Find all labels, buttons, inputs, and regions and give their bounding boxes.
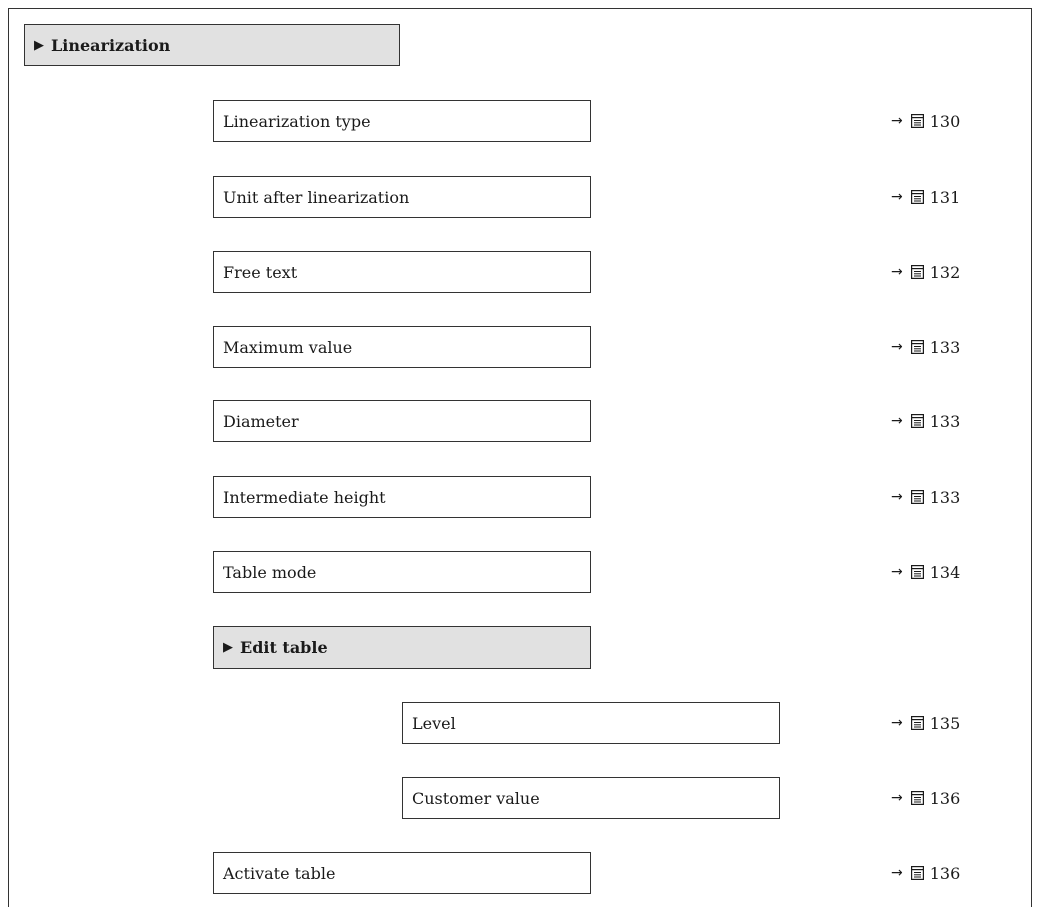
page-number: 130 — [929, 111, 961, 131]
page-number: 136 — [929, 863, 961, 883]
param-label: Activate table — [223, 863, 336, 883]
arrow-right-icon: → — [891, 865, 903, 881]
page-number: 133 — [929, 337, 961, 357]
page-ref[interactable]: → 136 — [891, 852, 960, 894]
param-maximum-value[interactable]: Maximum value — [213, 326, 591, 368]
page-number: 136 — [929, 788, 961, 808]
arrow-right-icon: → — [891, 264, 903, 280]
page-ref[interactable]: → 132 — [891, 251, 960, 293]
book-page-icon — [910, 716, 924, 730]
param-label: Diameter — [223, 411, 299, 431]
book-page-icon — [910, 265, 924, 279]
section-title: Linearization — [51, 35, 171, 55]
book-page-icon — [910, 414, 924, 428]
arrow-right-icon: → — [891, 564, 903, 580]
param-label: Free text — [223, 262, 298, 282]
param-activate-table[interactable]: Activate table — [213, 852, 591, 894]
page-number: 133 — [929, 487, 961, 507]
arrow-right-icon: → — [891, 715, 903, 731]
frame-right-border — [1031, 8, 1032, 907]
book-page-icon — [910, 114, 924, 128]
param-label: Table mode — [223, 562, 317, 582]
triangle-right-icon: ▶ — [223, 640, 233, 655]
param-table-mode[interactable]: Table mode — [213, 551, 591, 593]
page-number: 134 — [929, 562, 961, 582]
param-label: Customer value — [412, 788, 540, 808]
arrow-right-icon: → — [891, 339, 903, 355]
submenu-header-edit-table[interactable]: ▶ Edit table — [213, 626, 591, 669]
page-number: 133 — [929, 411, 961, 431]
page-ref[interactable]: → 133 — [891, 400, 960, 442]
page-ref[interactable]: → 133 — [891, 326, 960, 368]
param-intermediate-height[interactable]: Intermediate height — [213, 476, 591, 518]
section-header-linearization[interactable]: ▶ Linearization — [24, 24, 400, 66]
page-ref[interactable]: → 131 — [891, 176, 960, 218]
arrow-right-icon: → — [891, 113, 903, 129]
arrow-right-icon: → — [891, 413, 903, 429]
param-label: Unit after linearization — [223, 187, 410, 207]
page-ref[interactable]: → 133 — [891, 476, 960, 518]
page-number: 135 — [929, 713, 961, 733]
param-label: Level — [412, 713, 456, 733]
page-ref[interactable]: → 135 — [891, 702, 960, 744]
page-number: 132 — [929, 262, 961, 282]
arrow-right-icon: → — [891, 189, 903, 205]
frame-left-border — [8, 8, 9, 907]
param-linearization-type[interactable]: Linearization type — [213, 100, 591, 142]
param-label: Linearization type — [223, 111, 371, 131]
book-page-icon — [910, 490, 924, 504]
page-ref[interactable]: → 130 — [891, 100, 960, 142]
triangle-right-icon: ▶ — [34, 37, 44, 53]
book-page-icon — [910, 190, 924, 204]
page-ref[interactable]: → 136 — [891, 777, 960, 819]
param-diameter[interactable]: Diameter — [213, 400, 591, 442]
arrow-right-icon: → — [891, 790, 903, 806]
page-number: 131 — [929, 187, 961, 207]
param-level[interactable]: Level — [402, 702, 780, 744]
book-page-icon — [910, 791, 924, 805]
param-customer-value[interactable]: Customer value — [402, 777, 780, 819]
param-label: Intermediate height — [223, 487, 386, 507]
arrow-right-icon: → — [891, 489, 903, 505]
book-page-icon — [910, 340, 924, 354]
param-free-text[interactable]: Free text — [213, 251, 591, 293]
frame-top-border — [8, 8, 1032, 9]
param-label: Maximum value — [223, 337, 353, 357]
page-ref[interactable]: → 134 — [891, 551, 960, 593]
book-page-icon — [910, 565, 924, 579]
param-unit-after-linearization[interactable]: Unit after linearization — [213, 176, 591, 218]
submenu-title: Edit table — [240, 638, 328, 657]
book-page-icon — [910, 866, 924, 880]
